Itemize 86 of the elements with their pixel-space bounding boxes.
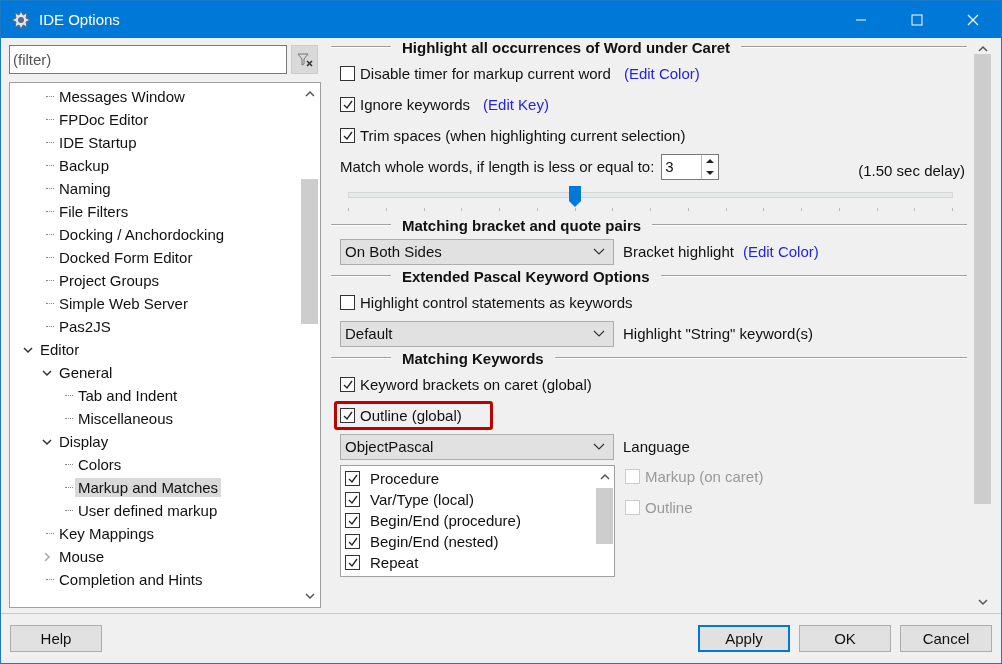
- checkmark-icon: [346, 493, 359, 506]
- collapse-chevron-icon[interactable]: [22, 344, 33, 355]
- checkbox[interactable]: Trim spaces (when highlighting current selection): [340, 125, 690, 146]
- dialog-button[interactable]: Help: [10, 625, 102, 652]
- tree-item[interactable]: Display: [56, 432, 112, 451]
- list-checkbox[interactable]: Repeat: [345, 552, 595, 573]
- checkmark-icon: [346, 535, 359, 548]
- tree-item[interactable]: Backup: [56, 156, 113, 175]
- tree-item[interactable]: Miscellaneous: [75, 409, 177, 428]
- caret-icon: [593, 329, 605, 338]
- scrollbar-thumb[interactable]: [301, 179, 318, 324]
- checkbox[interactable]: Disable timer for markup current word: [340, 63, 615, 84]
- tree-item[interactable]: Docking / Anchordocking: [56, 225, 228, 244]
- dialog-button[interactable]: Apply: [698, 625, 790, 652]
- tree-item[interactable]: Pas2JS: [56, 317, 114, 336]
- section-heading: Matching Keywords: [402, 349, 544, 367]
- tree-item[interactable]: User defined markup: [75, 501, 221, 520]
- window-title: IDE Options: [39, 11, 120, 28]
- dropdown[interactable]: ObjectPascal: [340, 433, 614, 460]
- tree-item[interactable]: Naming: [56, 179, 114, 198]
- checkmark-icon: [341, 378, 354, 391]
- tree-item[interactable]: Project Groups: [56, 271, 163, 290]
- length-spin-field[interactable]: 3: [661, 153, 720, 180]
- caret-icon: [593, 247, 605, 256]
- list-checkbox[interactable]: Var/Type (local): [345, 489, 595, 510]
- checkbox[interactable]: Highlight control statements as keywords: [340, 292, 637, 313]
- delay-note: (1.50 sec delay): [858, 162, 965, 179]
- tree-item[interactable]: Markup and Matches: [75, 478, 222, 497]
- scroll-up-icon[interactable]: [305, 89, 315, 99]
- checkmark-icon: [346, 472, 359, 485]
- tree-item[interactable]: Tab and Indent: [75, 386, 181, 405]
- scroll-up-icon[interactable]: [599, 472, 610, 482]
- scroll-down-icon[interactable]: [978, 597, 988, 607]
- checkbox[interactable]: Keyword brackets on caret (global): [340, 374, 596, 395]
- tree-item[interactable]: Mouse: [56, 547, 108, 566]
- scrollbar-thumb[interactable]: [974, 54, 991, 504]
- tree-item[interactable]: Simple Web Server: [56, 294, 191, 313]
- field-label: Highlight "String" keyword(s): [623, 325, 813, 342]
- tree-item[interactable]: Editor: [37, 340, 83, 359]
- section-heading: Extended Pascal Keyword Options: [402, 267, 650, 285]
- scrollbar-thumb[interactable]: [596, 488, 613, 544]
- section-heading: Matching bracket and quote pairs: [402, 216, 642, 234]
- checkbox[interactable]: Ignore keywords: [340, 94, 475, 115]
- edit-link[interactable]: (Edit Color): [623, 65, 700, 82]
- section-heading: Highlight all occurrences of Word under Caret: [402, 38, 731, 56]
- tree-item[interactable]: File Filters: [56, 202, 132, 221]
- filter-clear-icon: [296, 52, 313, 67]
- tree-item[interactable]: Colors: [75, 455, 125, 474]
- edit-link[interactable]: (Edit Key): [483, 96, 549, 113]
- slider-thumb[interactable]: [568, 186, 581, 208]
- field-label: Bracket highlight: [623, 243, 734, 260]
- collapse-chevron-icon[interactable]: [41, 436, 52, 447]
- field-label: Language: [623, 438, 690, 455]
- tree-item[interactable]: Completion and Hints: [56, 570, 206, 589]
- list-checkbox[interactable]: Begin/End (nested): [345, 531, 595, 552]
- checkmark-icon: [341, 98, 354, 111]
- list-checkbox[interactable]: Procedure: [345, 468, 595, 489]
- checkmark-icon: [346, 556, 359, 569]
- clear-filter-button[interactable]: [291, 45, 318, 74]
- tree-item[interactable]: FPDoc Editor: [56, 110, 152, 129]
- tree-item[interactable]: Messages Window: [56, 87, 188, 106]
- delay-slider[interactable]: [348, 186, 953, 208]
- tree-item[interactable]: Docked Form Editor: [56, 248, 196, 267]
- tree-item[interactable]: Key Mappings: [56, 524, 158, 543]
- filter-field[interactable]: (filter): [9, 45, 287, 74]
- checkmark-icon: [341, 129, 354, 142]
- close-icon[interactable]: [967, 13, 979, 26]
- highlighted-checkbox[interactable]: Outline (global): [334, 401, 493, 430]
- dropdown[interactable]: Default: [340, 320, 614, 347]
- caret-icon: [593, 442, 605, 451]
- collapse-chevron-icon[interactable]: [41, 367, 52, 378]
- dialog-button[interactable]: Cancel: [900, 625, 992, 652]
- scroll-up-icon[interactable]: [978, 44, 988, 54]
- field-label: Match whole words, if length is less or equal to:: [340, 158, 655, 175]
- tree-item[interactable]: IDE Startup: [56, 133, 140, 152]
- expand-chevron-icon[interactable]: [41, 551, 52, 562]
- dropdown[interactable]: On Both Sides: [340, 238, 614, 265]
- tree-item[interactable]: General: [56, 363, 116, 382]
- app-icon: [11, 9, 31, 30]
- checkmark-icon: [341, 409, 354, 422]
- edit-link[interactable]: (Edit Color): [742, 243, 819, 260]
- maximize-icon[interactable]: [911, 13, 923, 26]
- scroll-down-icon[interactable]: [305, 591, 315, 601]
- dialog-button[interactable]: OK: [799, 625, 891, 652]
- checkmark-icon: [346, 514, 359, 527]
- list-checkbox[interactable]: Begin/End (procedure): [345, 510, 595, 531]
